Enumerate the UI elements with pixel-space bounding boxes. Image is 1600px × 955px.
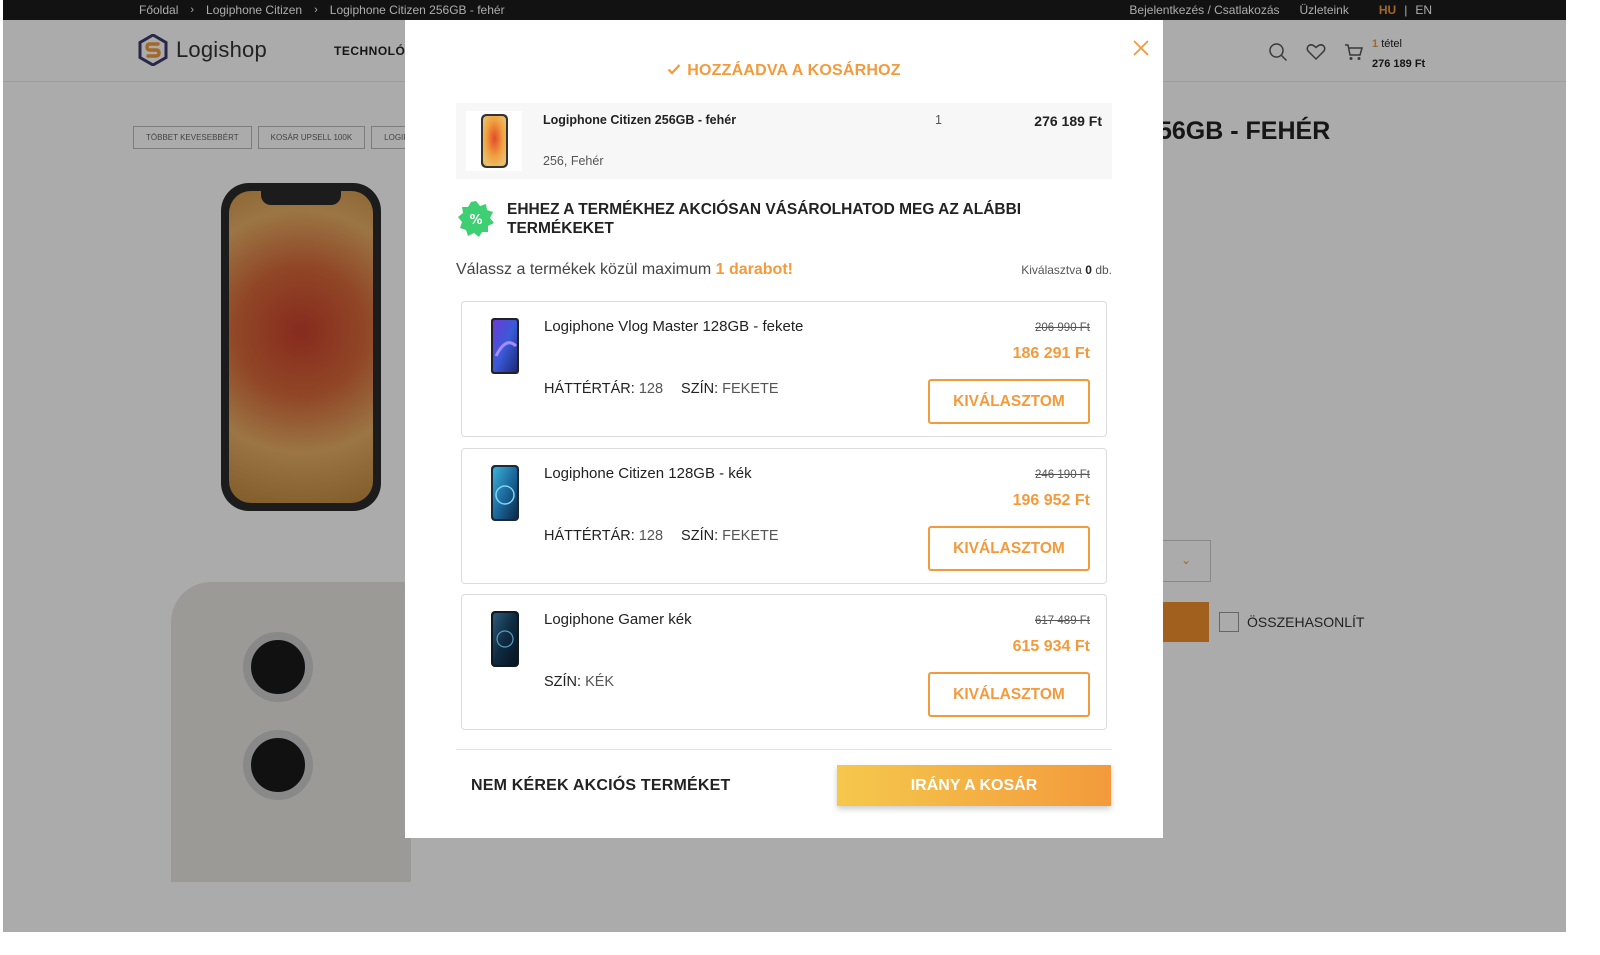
added-item-quantity: 1 <box>935 113 942 127</box>
product-name: Logiphone Citizen 128GB - kék <box>544 465 752 482</box>
color-value: KÉK <box>585 674 615 690</box>
color-label: SZÍN: <box>544 674 582 690</box>
color-label: SZÍN: <box>681 381 719 397</box>
storage-value: 128 <box>638 528 664 544</box>
sale-price: 186 291 Ft <box>1012 345 1090 362</box>
promo-title-line1: EHHEZ A TERMÉKHEZ AKCIÓSAN VÁSÁROLHATOD … <box>507 201 1022 218</box>
color-value: FEKETE <box>722 381 779 397</box>
discount-badge-icon: % <box>458 201 494 237</box>
old-price: 246 190 Ft <box>1035 469 1090 481</box>
selected-counter: Kiválasztva 0 db. <box>1021 263 1112 277</box>
storage-label: HÁTTÉRTÁR: <box>544 528 635 544</box>
decline-offer-link[interactable]: NEM KÉREK AKCIÓS TERMÉKET <box>471 777 731 795</box>
added-item-thumbnail <box>466 111 522 171</box>
select-product-button[interactable]: KIVÁLASZTOM <box>928 379 1090 424</box>
product-thumbnail <box>491 611 519 667</box>
promo-title: EHHEZ A TERMÉKHEZ AKCIÓSAN VÁSÁROLHATOD … <box>507 200 1021 238</box>
added-item-attributes: 256, Fehér <box>543 154 603 168</box>
choose-instructions: Válassz a termékek közül maximum 1 darab… <box>456 261 793 279</box>
upsell-product-card: Logiphone Gamer kék SZÍN: KÉK 617 489 Ft… <box>461 594 1107 730</box>
promo-title-line2: TERMÉKEKET <box>507 220 614 237</box>
product-attributes: SZÍN: KÉK <box>544 674 628 690</box>
upsell-product-card: Logiphone Vlog Master 128GB - fekete HÁT… <box>461 301 1107 437</box>
product-attributes: HÁTTÉRTÁR: 128 SZÍN: FEKETE <box>544 528 793 544</box>
selected-unit: db. <box>1095 263 1112 277</box>
product-name: Logiphone Vlog Master 128GB - fekete <box>544 318 804 335</box>
added-title: HOZZÁADVA A KOSÁRHOZ <box>687 62 901 79</box>
added-item-name: Logiphone Citizen 256GB - fehér <box>543 113 737 127</box>
go-to-cart-button[interactable]: IRÁNY A KOSÁR <box>837 765 1111 806</box>
selected-label: Kiválasztva <box>1021 263 1082 277</box>
upsell-modal: HOZZÁADVA A KOSÁRHOZ Logiphone Citizen 2… <box>405 20 1163 838</box>
divider <box>456 749 1112 750</box>
product-thumbnail <box>491 318 519 374</box>
added-item-color: Fehér <box>570 154 604 168</box>
color-value: FEKETE <box>722 528 779 544</box>
select-product-button[interactable]: KIVÁLASZTOM <box>928 526 1090 571</box>
sale-price: 196 952 Ft <box>1012 492 1090 509</box>
storage-value: 128 <box>638 381 664 397</box>
old-price: 617 489 Ft <box>1035 615 1090 627</box>
select-product-button[interactable]: KIVÁLASZTOM <box>928 672 1090 717</box>
added-item-storage: 256, <box>543 154 568 168</box>
discount-badge-text: % <box>469 213 482 228</box>
added-item: Logiphone Citizen 256GB - fehér 256, Feh… <box>456 103 1112 179</box>
color-label: SZÍN: <box>681 528 719 544</box>
storage-label: HÁTTÉRTÁR: <box>544 381 635 397</box>
product-name: Logiphone Gamer kék <box>544 611 692 628</box>
choose-highlight: 1 darabot! <box>715 261 793 278</box>
close-icon[interactable] <box>1131 38 1151 58</box>
product-thumbnail <box>491 465 519 521</box>
added-item-price: 276 189 Ft <box>1034 113 1102 129</box>
sale-price: 615 934 Ft <box>1012 638 1090 655</box>
phone-thumbnail <box>481 114 508 168</box>
check-icon <box>667 64 681 75</box>
old-price: 206 990 Ft <box>1035 322 1090 334</box>
selected-count: 0 <box>1085 263 1092 277</box>
choose-text: Válassz a termékek közül maximum <box>456 261 712 278</box>
added-to-cart-heading: HOZZÁADVA A KOSÁRHOZ <box>405 62 1163 80</box>
upsell-product-card: Logiphone Citizen 128GB - kék HÁTTÉRTÁR:… <box>461 448 1107 584</box>
product-attributes: HÁTTÉRTÁR: 128 SZÍN: FEKETE <box>544 381 793 397</box>
